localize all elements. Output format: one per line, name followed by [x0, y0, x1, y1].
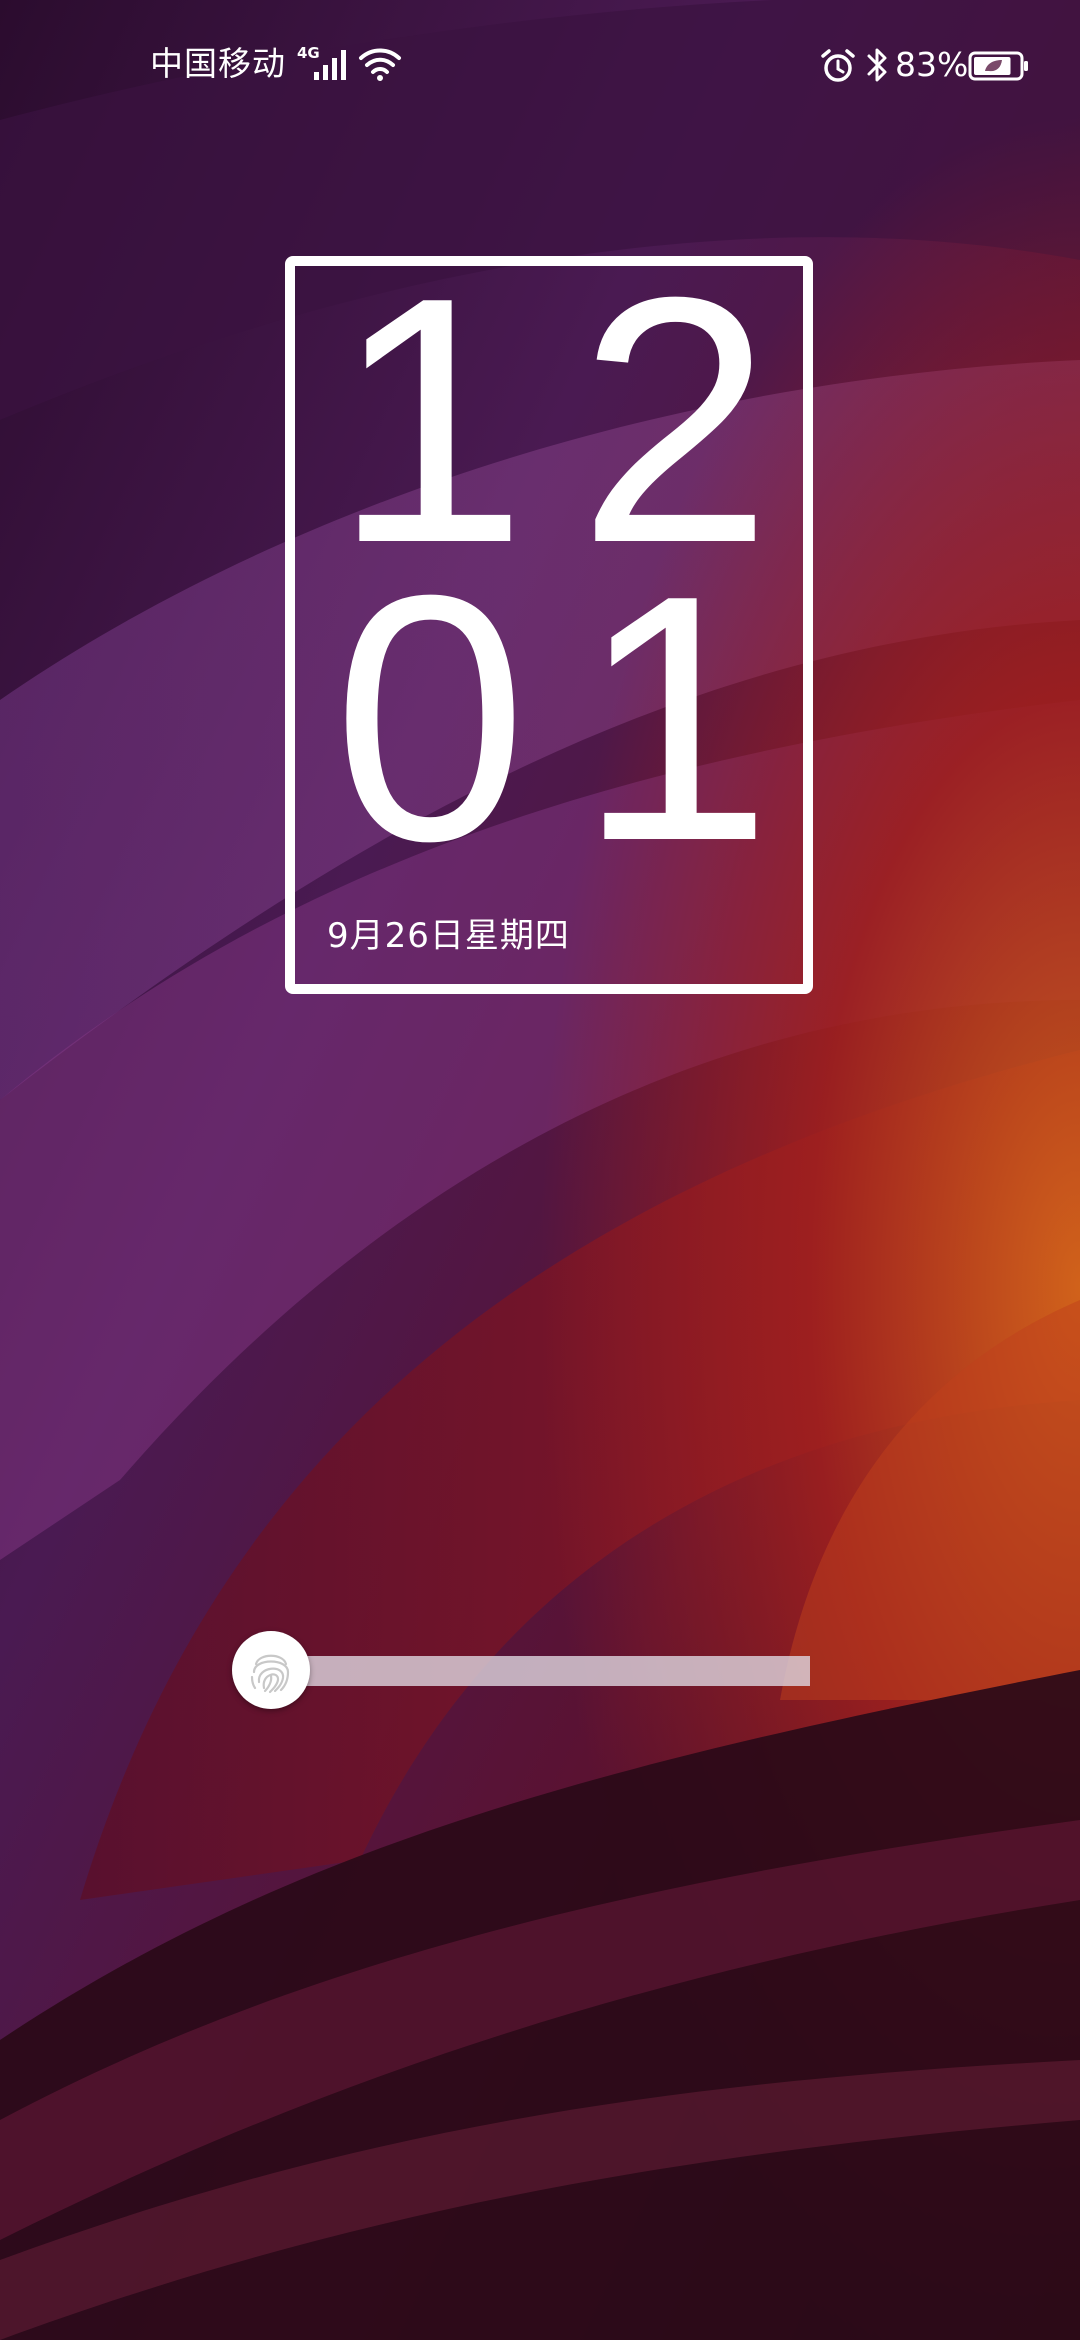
battery-icon [968, 51, 1030, 85]
clock-widget: 1 2 0 1 9月26日星期四 [285, 246, 813, 994]
clock-minute-ones: 1 [577, 523, 773, 914]
alarm-icon [820, 48, 856, 88]
wifi-icon [358, 46, 402, 86]
carrier-name: 中国移动 [150, 44, 286, 83]
fingerprint-icon [250, 1654, 290, 1694]
status-bar: 中国移动 4G 83% [0, 0, 1080, 130]
bluetooth-icon [866, 46, 890, 88]
battery-percent: 83% [895, 45, 969, 84]
signal-icon [313, 46, 353, 84]
unlock-slider-track[interactable] [300, 1656, 810, 1686]
clock-date: 9月26日星期四 [327, 916, 570, 956]
unlock-slider-knob[interactable] [232, 1631, 310, 1709]
clock-minute-tens: 0 [332, 523, 528, 914]
